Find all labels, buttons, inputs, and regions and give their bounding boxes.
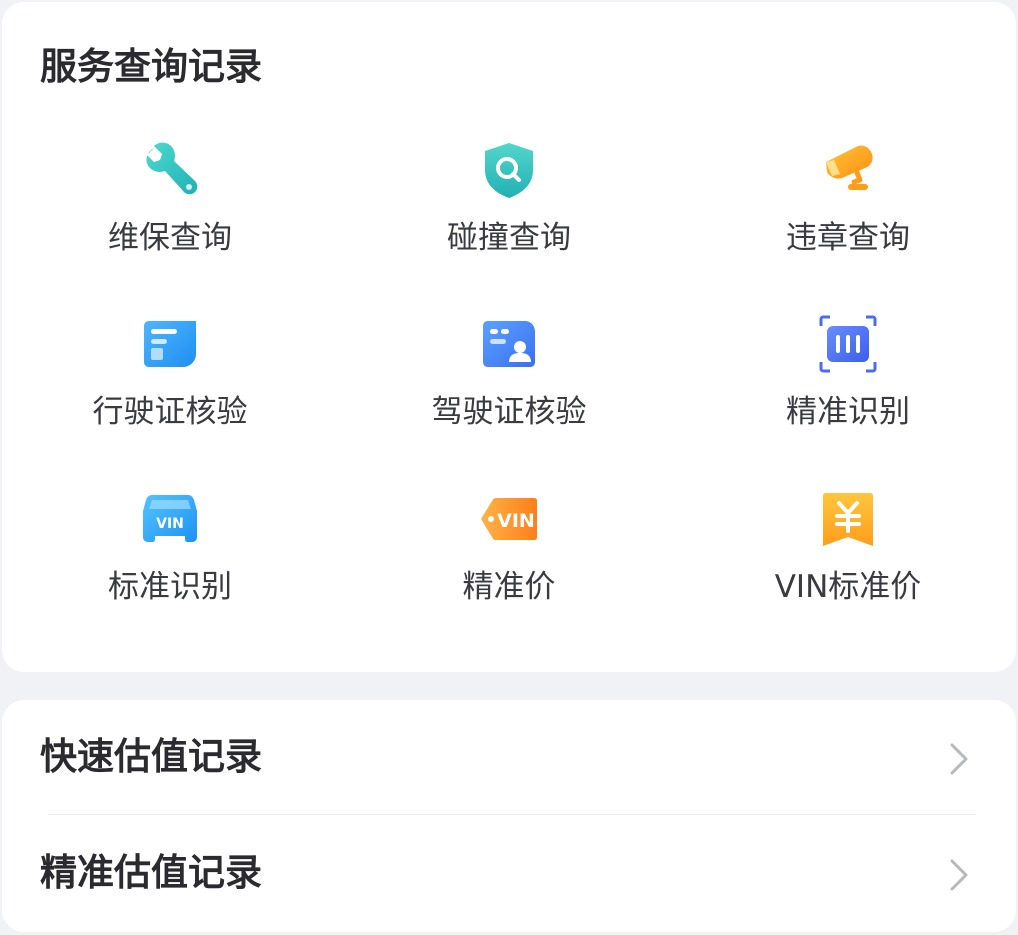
svg-text:VIN: VIN xyxy=(497,510,535,532)
service-item-collision[interactable]: 碰撞查询 xyxy=(359,140,659,290)
service-item-vin-standard-price[interactable]: VIN标准价 xyxy=(698,489,998,639)
service-item-maintenance[interactable]: 维保查询 xyxy=(20,140,320,290)
service-item-label: VIN标准价 xyxy=(774,569,922,605)
chevron-right-icon xyxy=(950,859,968,891)
service-item-label: 碰撞查询 xyxy=(447,220,571,256)
service-item-label: 精准价 xyxy=(462,569,556,605)
row-label: 快速估值记录 xyxy=(40,735,262,778)
chevron-right-icon xyxy=(950,743,968,775)
vehicle-license-card-icon xyxy=(140,314,200,374)
quick-valuation-records-row[interactable]: 快速估值记录 xyxy=(2,700,1016,816)
service-item-driver-license[interactable]: 驾驶证核验 xyxy=(359,314,659,464)
scan-frame-icon xyxy=(818,314,878,374)
row-label: 精准估值记录 xyxy=(40,851,262,894)
service-item-precise-recognition[interactable]: 精准识别 xyxy=(698,314,998,464)
traffic-camera-icon xyxy=(818,140,878,200)
driver-license-card-icon xyxy=(479,314,539,374)
service-item-violation[interactable]: 违章查询 xyxy=(698,140,998,290)
service-item-label: 精准识别 xyxy=(786,394,910,430)
vin-tag-icon: VIN xyxy=(479,489,539,549)
vin-car-icon: VIN xyxy=(140,489,200,549)
service-item-label: 驾驶证核验 xyxy=(431,394,587,430)
yuan-bookmark-icon xyxy=(818,489,878,549)
divider xyxy=(48,814,976,815)
service-item-standard-recognition[interactable]: VIN 标准识别 xyxy=(20,489,320,639)
valuation-records-card: 快速估值记录 精准估值记录 xyxy=(2,700,1016,932)
wrench-icon xyxy=(140,140,200,200)
service-records-card: 服务查询记录 维保查询 碰撞查询 违章查询 行驶证核验 驾驶证核验 精准识别 V… xyxy=(2,2,1016,672)
shield-search-icon xyxy=(479,140,539,200)
service-item-precise-price[interactable]: VIN 精准价 xyxy=(359,489,659,639)
service-grid: 维保查询 碰撞查询 违章查询 行驶证核验 驾驶证核验 精准识别 VIN 标准识别… xyxy=(2,2,1016,672)
service-item-label: 维保查询 xyxy=(108,220,232,256)
svg-text:VIN: VIN xyxy=(156,516,184,532)
precise-valuation-records-row[interactable]: 精准估值记录 xyxy=(2,816,1016,932)
service-item-label: 行驶证核验 xyxy=(92,394,248,430)
service-item-label: 违章查询 xyxy=(786,220,910,256)
service-item-vehicle-license[interactable]: 行驶证核验 xyxy=(20,314,320,464)
service-item-label: 标准识别 xyxy=(108,569,232,605)
